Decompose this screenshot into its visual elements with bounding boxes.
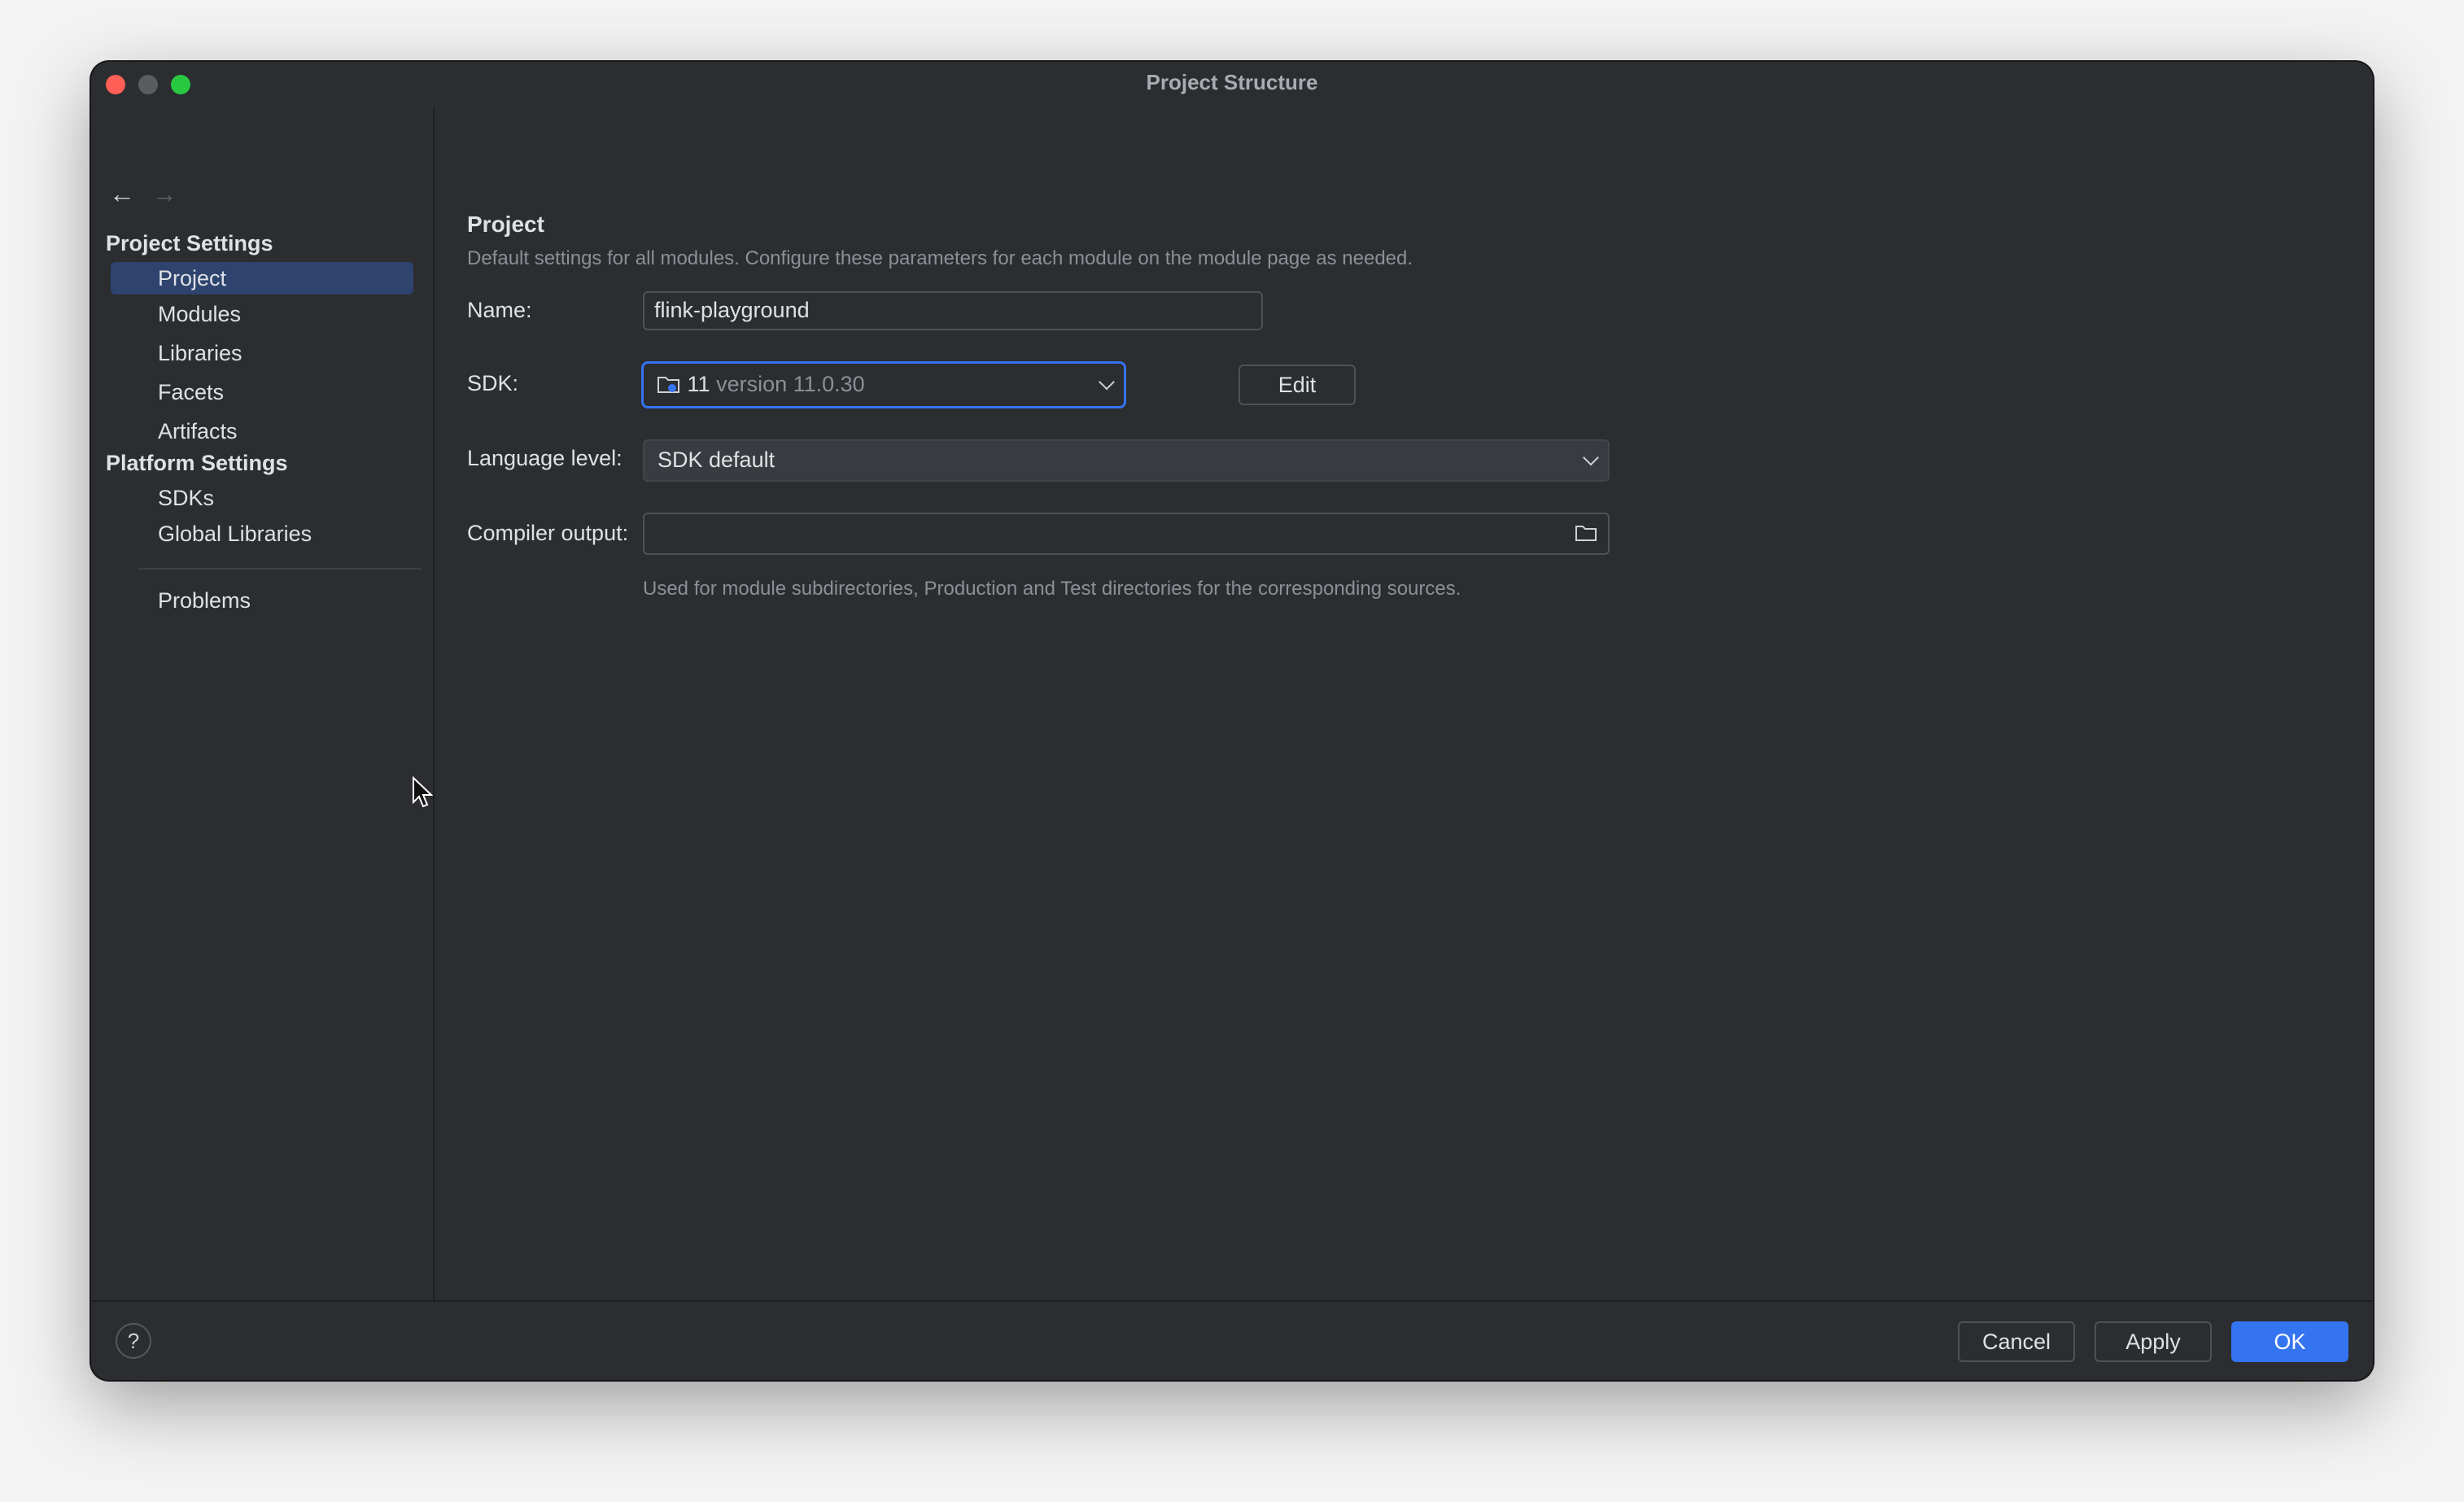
sidebar-item-sdks[interactable]: SDKs (111, 482, 413, 514)
project-structure-dialog: Project Structure ← → Project Settings P… (91, 62, 2373, 1380)
language-level-label: Language level: (467, 446, 623, 470)
sdk-folder-icon (658, 377, 679, 393)
help-button[interactable]: ? (116, 1323, 151, 1359)
project-settings-header: Project Settings (106, 231, 273, 255)
sidebar-item-libraries[interactable]: Libraries (111, 337, 413, 369)
sdk-label: SDK: (467, 371, 519, 395)
sdk-dropdown[interactable]: 11 version 11.0.30 (641, 361, 1126, 408)
sidebar-item-global-libraries[interactable]: Global Libraries (111, 517, 413, 550)
compiler-output-hint: Used for module subdirectories, Producti… (643, 578, 1461, 600)
apply-button[interactable]: Apply (2095, 1321, 2212, 1362)
sidebar: ← → Project Settings Project Modules Lib… (91, 107, 435, 1302)
sidebar-item-facets[interactable]: Facets (111, 376, 413, 408)
sidebar-item-modules[interactable]: Modules (111, 298, 413, 330)
titlebar: Project Structure (91, 62, 2373, 107)
window-title: Project Structure (1146, 70, 1318, 94)
compiler-output-input[interactable] (643, 513, 1610, 555)
chevron-down-icon (1583, 449, 1599, 466)
chevron-down-icon (1099, 373, 1115, 391)
sdk-version: version 11.0.30 (716, 372, 865, 396)
panel-description: Default settings for all modules. Config… (467, 247, 1413, 269)
desktop: Project Structure ← → Project Settings P… (0, 0, 2464, 1502)
sidebar-item-artifacts[interactable]: Artifacts (111, 415, 413, 448)
ok-button[interactable]: OK (2231, 1321, 2348, 1362)
project-name-input[interactable]: flink-playground (643, 291, 1263, 330)
forward-arrow-icon[interactable]: → (151, 177, 177, 210)
mouse-cursor-icon (413, 776, 433, 808)
language-level-dropdown[interactable]: SDK default (643, 439, 1610, 482)
project-settings-panel: Project Default settings for all modules… (435, 107, 2373, 1302)
sdk-number: 11 (687, 372, 710, 396)
browse-folder-icon[interactable] (1575, 525, 1597, 541)
sidebar-item-project[interactable]: Project (111, 262, 413, 295)
compiler-output-label: Compiler output: (467, 521, 629, 545)
sidebar-divider (138, 568, 422, 570)
language-level-value: SDK default (658, 448, 775, 472)
edit-sdk-button[interactable]: Edit (1239, 365, 1356, 405)
panel-heading: Project (467, 212, 544, 237)
cancel-button[interactable]: Cancel (1958, 1321, 2075, 1362)
sidebar-item-problems[interactable]: Problems (111, 584, 413, 617)
name-label: Name: (467, 298, 532, 322)
dialog-footer: ? Cancel Apply OK (91, 1300, 2373, 1380)
platform-settings-header: Platform Settings (106, 451, 288, 475)
back-arrow-icon[interactable]: ← (109, 177, 135, 210)
